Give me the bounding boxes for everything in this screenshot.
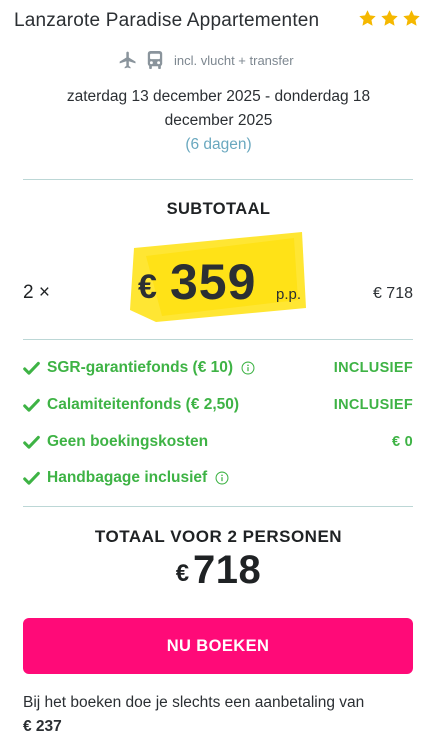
travel-dates: zaterdag 13 december 2025 - donderdag 18… (20, 85, 417, 157)
deposit-text: Bij het boeken doe je slechts een aanbet… (23, 694, 365, 711)
trip-duration: (6 dagen) (185, 136, 252, 153)
date-range-line2: december 2025 (164, 112, 273, 129)
feature-label: SGR-garantiefonds (€ 10) (47, 359, 234, 376)
total-heading: TOTAAL VOOR 2 PERSONEN (94, 527, 343, 546)
divider (23, 339, 413, 340)
feature-value: INCLUSIEF (333, 360, 413, 376)
feature-sgr: SGR-garantiefonds (€ 10) INCLUSIEF (23, 356, 413, 380)
plane-icon (119, 51, 136, 69)
star-icon (403, 10, 420, 26)
subtotal-row-total: € 718 (372, 285, 413, 302)
check-icon (23, 435, 40, 449)
feature-calamiteitenfonds: Calamiteitenfonds (€ 2,50) INCLUSIEF (23, 393, 413, 417)
feature-value: € 0 (391, 434, 413, 450)
feature-label: Calamiteitenfonds (€ 2,50) (47, 396, 240, 413)
info-icon[interactable] (215, 471, 229, 485)
hotel-title: Lanzarote Paradise Appartementen (14, 10, 320, 31)
feature-handbagage: Handbagage inclusief (23, 466, 413, 490)
price-amount: 359 (170, 254, 257, 310)
transport-label: incl. vlucht + transfer (174, 52, 294, 68)
price-currency: € (138, 268, 157, 306)
per-person-label: p.p. (276, 286, 302, 303)
person-quantity: 2 × (23, 282, 50, 303)
check-icon (23, 471, 40, 485)
deposit-amount: € 237 (23, 718, 62, 735)
total-currency: € (175, 560, 190, 587)
check-icon (23, 398, 40, 412)
subtotal-heading: SUBTOTAAL (166, 200, 271, 218)
deposit-info: Bij het boeken doe je slechts een aanbet… (23, 691, 418, 739)
feature-value: INCLUSIEF (333, 397, 413, 413)
feature-label: Geen boekingskosten (47, 433, 209, 450)
feature-boekingskosten: Geen boekingskosten € 0 (23, 430, 413, 454)
check-icon (23, 361, 40, 375)
star-icon (359, 10, 376, 26)
price-per-person: € 359 p.p. (126, 228, 308, 324)
date-range-line1: zaterdag 13 december 2025 - donderdag 18 (66, 88, 371, 105)
total-price: €718 (0, 548, 437, 593)
divider (23, 179, 413, 180)
star-icon (381, 10, 398, 26)
transport-info: incl. vlucht + transfer (118, 50, 294, 70)
divider (23, 506, 413, 507)
info-icon[interactable] (241, 361, 255, 375)
star-rating (358, 9, 421, 28)
bus-icon (147, 51, 163, 69)
feature-label: Handbagage inclusief (47, 469, 208, 486)
book-now-button[interactable]: NU BOEKEN (23, 618, 413, 674)
total-amount: 718 (193, 548, 262, 592)
